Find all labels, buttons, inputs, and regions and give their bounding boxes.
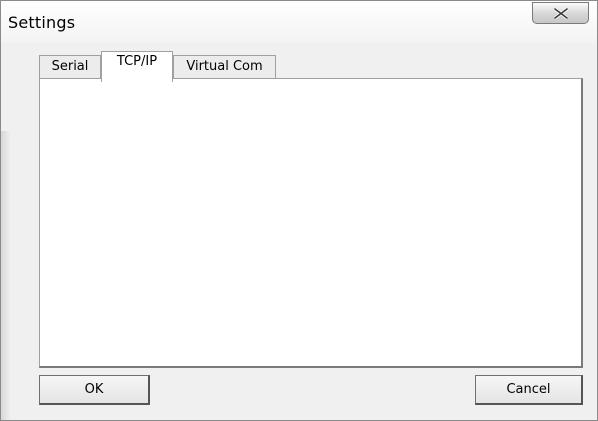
window-title: Settings: [8, 13, 76, 32]
settings-dialog: Settings Serial TCP/IP Virtual Com OK Ca…: [0, 0, 598, 421]
tab-label: Virtual Com: [186, 59, 263, 74]
tab-tcpip[interactable]: TCP/IP: [101, 51, 173, 82]
tab-label: TCP/IP: [116, 54, 158, 69]
window-frame-edge: [1, 131, 11, 420]
title-bar[interactable]: Settings: [1, 1, 597, 43]
tab-virtual-com[interactable]: Virtual Com: [173, 55, 276, 79]
close-button[interactable]: [532, 2, 589, 24]
tab-label: Serial: [51, 59, 89, 74]
tab-serial[interactable]: Serial: [39, 55, 101, 79]
cancel-button[interactable]: Cancel: [475, 375, 583, 405]
ok-button[interactable]: OK: [39, 375, 150, 405]
close-icon: [554, 8, 568, 19]
tab-content-panel: [39, 78, 583, 368]
